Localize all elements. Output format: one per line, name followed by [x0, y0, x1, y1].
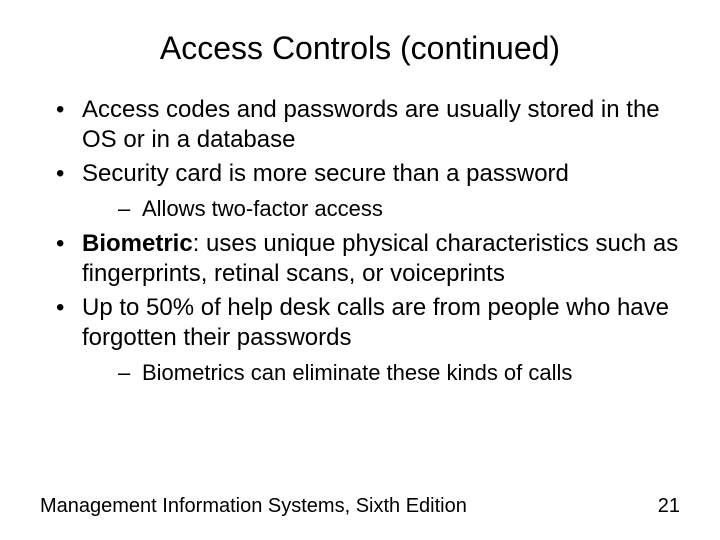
bullet-item-1: Access codes and passwords are usually s… [50, 95, 680, 155]
slide-footer: Management Information Systems, Sixth Ed… [40, 495, 680, 518]
footer-source: Management Information Systems, Sixth Ed… [40, 495, 467, 518]
slide-body: Access codes and passwords are usually s… [40, 95, 680, 386]
sub-item-1: Allows two-factor access [82, 195, 680, 223]
sub-item-2: Biometrics can eliminate these kinds of … [82, 359, 680, 387]
bullet-item-2-text: Security card is more secure than a pass… [82, 160, 569, 187]
footer-page-number: 21 [658, 495, 680, 518]
bullet-item-4-text: Up to 50% of help desk calls are from pe… [82, 294, 669, 351]
bullet-item-2: Security card is more secure than a pass… [50, 159, 680, 223]
bullet-item-3-lead: Biometric [82, 230, 193, 257]
sub-list-2: Biometrics can eliminate these kinds of … [82, 359, 680, 387]
sub-list-1: Allows two-factor access [82, 195, 680, 223]
bullet-item-3: Biometric: uses unique physical characte… [50, 229, 680, 289]
bullet-list: Access codes and passwords are usually s… [50, 95, 680, 386]
slide-title: Access Controls (continued) [40, 30, 680, 67]
bullet-item-4: Up to 50% of help desk calls are from pe… [50, 293, 680, 387]
